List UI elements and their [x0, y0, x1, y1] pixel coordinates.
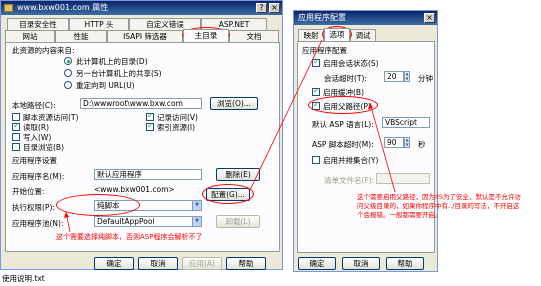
- note-parent-paths-line-3: 个会报错。一般都需要开启。: [357, 211, 442, 219]
- arrow-parent-paths-to-note: [369, 102, 396, 193]
- tab-home-directory[interactable]: 主目录: [183, 29, 229, 42]
- arrow-head-exec: [64, 212, 69, 218]
- note-exec-permission: 这个需要选择纯脚本，否则ASP程序会解析不了: [56, 233, 203, 241]
- tab-options[interactable]: 选项: [324, 28, 350, 41]
- arrow-config-to-options: [249, 39, 323, 191]
- arrow-head-parent-paths: [368, 103, 373, 109]
- note-parent-paths-line-2: 问父级目录的，如果你程序中有../目录的写法，不开启这: [357, 202, 520, 210]
- annotation-arrows: [64, 39, 396, 233]
- note-parent-paths-line-1: 这个需要启用父路径，因为IIS为了安全，默认是不允许访: [357, 193, 521, 201]
